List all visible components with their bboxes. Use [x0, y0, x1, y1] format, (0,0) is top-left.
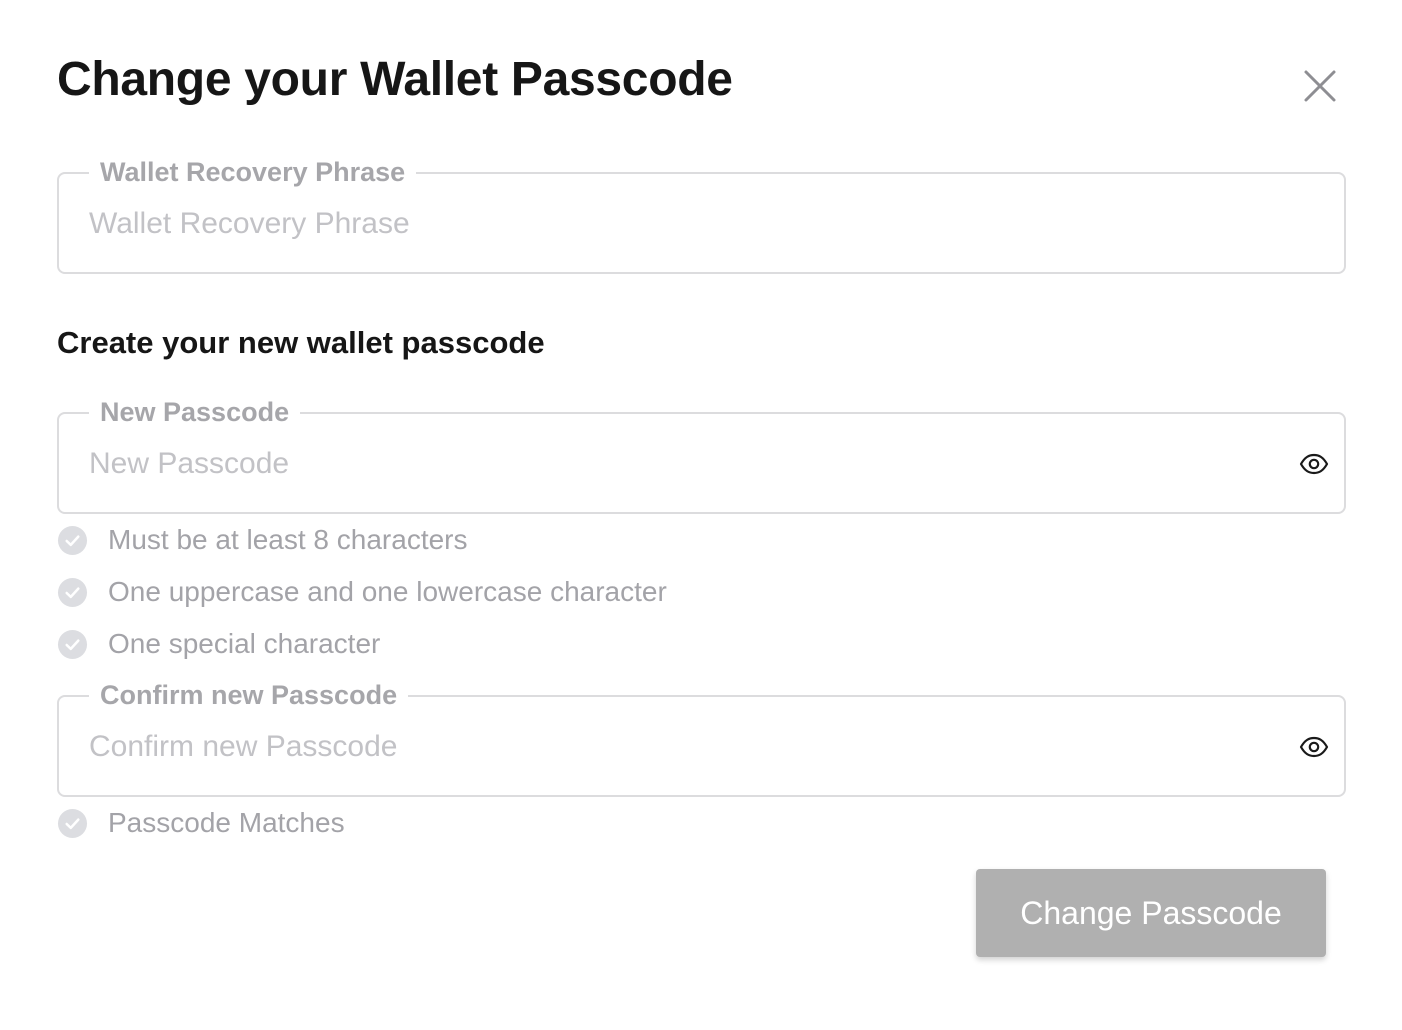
close-icon [1304, 70, 1336, 102]
eye-icon [1299, 453, 1329, 475]
confirm-passcode-field: Confirm new Passcode [57, 680, 1346, 797]
requirement-text: One uppercase and one lowercase characte… [108, 576, 667, 607]
new-passcode-label: New Passcode [89, 397, 301, 427]
recovery-phrase-input[interactable] [89, 202, 1249, 246]
requirement-min-length: Must be at least 8 characters [57, 523, 468, 557]
new-passcode-input[interactable] [89, 442, 1249, 486]
requirement-special-char: One special character [57, 627, 380, 661]
recovery-phrase-field: Wallet Recovery Phrase [57, 157, 1346, 274]
confirm-passcode-visibility-toggle[interactable] [1298, 731, 1330, 763]
requirement-text: Must be at least 8 characters [108, 524, 468, 555]
new-passcode-field: New Passcode [57, 397, 1346, 514]
new-passcode-visibility-toggle[interactable] [1298, 448, 1330, 480]
requirement-text: One special character [108, 628, 381, 659]
requirement-text: Passcode Matches [108, 807, 345, 838]
modal-title: Change your Wallet Passcode [57, 53, 733, 106]
requirement-case: One uppercase and one lowercase characte… [57, 575, 667, 609]
check-circle-icon [57, 629, 88, 659]
recovery-phrase-label: Wallet Recovery Phrase [89, 157, 417, 187]
requirement-match: Passcode Matches [57, 806, 345, 840]
close-button[interactable] [1300, 66, 1340, 106]
confirm-passcode-input[interactable] [89, 725, 1249, 769]
check-circle-icon [57, 525, 88, 555]
change-passcode-button[interactable]: Change Passcode [976, 869, 1326, 957]
change-passcode-modal: Change your Wallet Passcode Wallet Recov… [0, 0, 1402, 1030]
eye-icon [1299, 736, 1329, 758]
check-circle-icon [57, 577, 88, 607]
section-heading: Create your new wallet passcode [57, 325, 545, 360]
check-circle-icon [57, 808, 88, 838]
confirm-passcode-label: Confirm new Passcode [89, 680, 409, 710]
